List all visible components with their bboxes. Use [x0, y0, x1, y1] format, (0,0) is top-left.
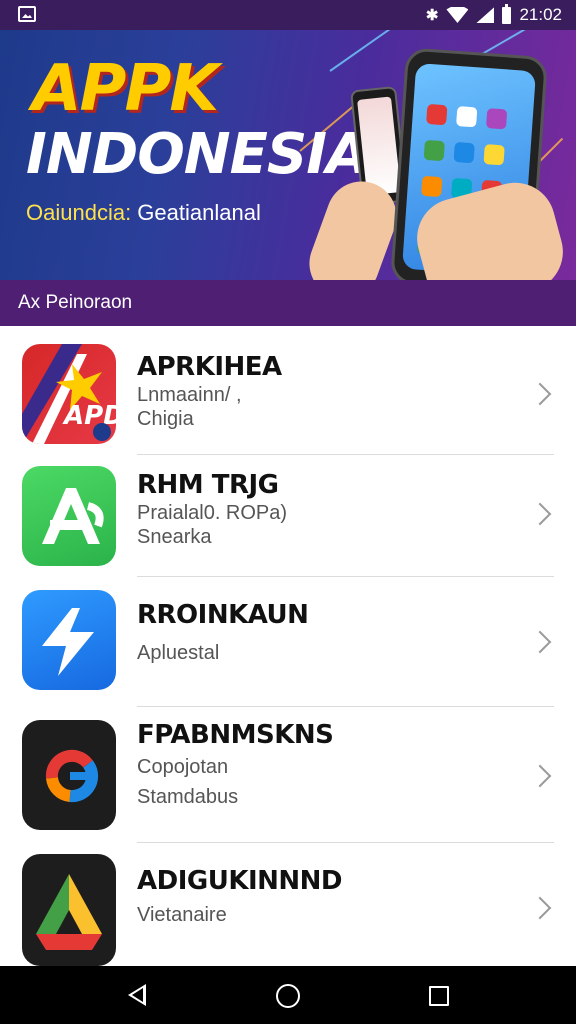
triangle-logo-icon: [22, 854, 116, 966]
app-subtitle: Vietanaire: [137, 904, 227, 926]
lightning-icon: [22, 590, 116, 690]
list-item[interactable]: APD APRKIHEA Lnmaainn/ , Chigia: [0, 326, 576, 455]
app-subtitle: Lnmaainn/ ,: [137, 384, 242, 406]
section-title: Ax Peinoraon: [18, 292, 133, 313]
tagline-highlight: Oaiundcia:: [26, 200, 132, 225]
back-icon[interactable]: [128, 984, 146, 1006]
app-subtitle: Praialal0. ROPa): [137, 502, 288, 524]
battery-icon: [502, 3, 512, 24]
list-item[interactable]: FPABNMSKNS Copojotan Stamdabus: [0, 706, 576, 843]
app-subtitle: Stamdabus: [137, 786, 239, 808]
chevron-right-icon: [528, 764, 552, 788]
home-icon[interactable]: [276, 984, 300, 1008]
wifi-icon: [446, 7, 469, 23]
app-subtitle: Apluestal: [137, 642, 220, 664]
green-a-icon: [22, 466, 116, 566]
clock: 21:02: [519, 5, 562, 24]
brand-logo: APPK: [32, 52, 219, 126]
app-subtitle: Snearka: [137, 526, 212, 548]
recent-apps-icon[interactable]: [429, 986, 449, 1006]
status-icons: ✱ 21:02: [425, 3, 562, 26]
list-item[interactable]: ADIGUKINNND Vietanaire: [0, 842, 576, 966]
app-subtitle: Copojotan: [137, 756, 229, 778]
bluetooth-icon: ✱: [425, 7, 439, 24]
app-subtitle: Chigia: [137, 408, 194, 430]
app-title: RHM TRJG: [137, 470, 279, 500]
chevron-right-icon: [528, 896, 552, 920]
status-bar: ✱ 21:02: [0, 0, 576, 30]
signal-icon: [476, 7, 495, 23]
app-title: APRKIHEA: [137, 352, 282, 382]
brand-title: INDONESIA: [26, 122, 369, 187]
list-item[interactable]: RHM TRJG Praialal0. ROPa) Snearka: [0, 454, 576, 577]
banner-tagline: Oaiundcia: Geatianlanal: [26, 200, 261, 226]
gallery-notification-icon: [18, 6, 36, 22]
chevron-right-icon: [528, 502, 552, 526]
app-title: FPABNMSKNS: [137, 720, 334, 750]
section-header: Ax Peinoraon: [0, 280, 576, 326]
apk-logo-icon: APD: [22, 344, 116, 444]
app-title: ADIGUKINNND: [137, 866, 343, 896]
promo-banner[interactable]: APPK INDONESIA Oaiundcia: Geatianlanal: [0, 30, 576, 280]
list-item[interactable]: RROINKAUN Apluestal: [0, 576, 576, 707]
ring-logo-icon: [22, 720, 116, 830]
chevron-right-icon: [528, 630, 552, 654]
chevron-right-icon: [528, 382, 552, 406]
tagline-text: Geatianlanal: [131, 200, 261, 225]
app-title: RROINKAUN: [137, 600, 309, 630]
